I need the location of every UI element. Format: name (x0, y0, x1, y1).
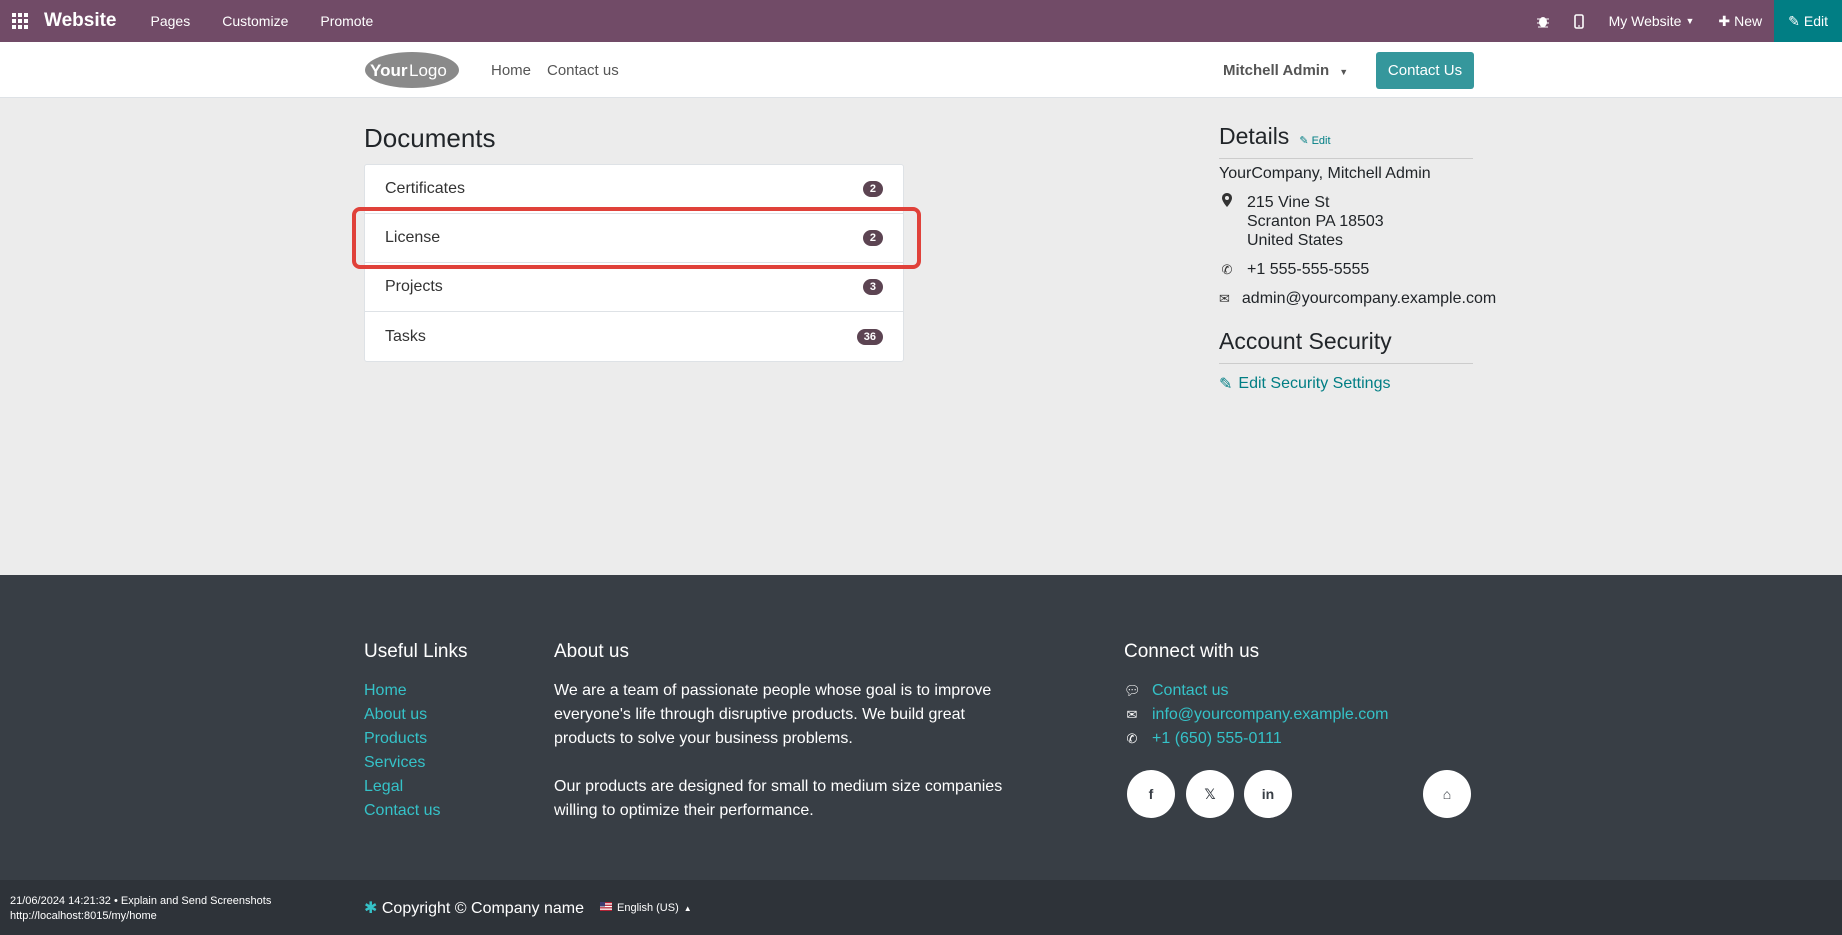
about-paragraph-2: Our products are designed for small to m… (554, 778, 1003, 819)
phone-icon: ✆ (1126, 731, 1138, 746)
menu-promote[interactable]: Promote (320, 13, 373, 29)
plus-icon: ✚ (1718, 12, 1731, 29)
doc-item-label: Certificates (385, 180, 466, 197)
bug-icon: ✱ (364, 900, 378, 917)
details-panel: Details ✎ Edit YourCompany, Mitchell Adm… (1219, 123, 1496, 394)
connect-contact-row[interactable]: 💬︎ Contact us (1124, 679, 1389, 703)
email-row: ✉ admin@yourcompany.example.com (1219, 289, 1496, 308)
x-twitter-icon[interactable]: 𝕏 (1186, 770, 1234, 818)
copyright-text: ✱ Copyright © Company name (364, 900, 584, 917)
pencil-icon: ✎ (1788, 12, 1800, 29)
doc-item-projects[interactable]: Projects 3 (365, 263, 903, 312)
app-brand[interactable]: Website (44, 10, 117, 32)
svg-text:Logo: Logo (409, 61, 447, 80)
caret-up-icon: ▲ (683, 903, 692, 913)
pencil-icon: ✎ (1219, 376, 1233, 393)
us-flag-icon (600, 902, 612, 914)
footer-link-about[interactable]: About us (364, 703, 440, 727)
count-badge: 36 (856, 328, 883, 345)
address-row: 215 Vine St Scranton PA 18503 United Sta… (1219, 193, 1473, 250)
footer-link-legal[interactable]: Legal (364, 775, 440, 799)
phone-row: ✆ +1 555-555-5555 (1219, 260, 1473, 279)
footer-link-home[interactable]: Home (364, 679, 440, 703)
edit-button[interactable]: ✎ Edit (1774, 0, 1842, 42)
connect-title: Connect with us (1124, 641, 1260, 662)
admin-navbar: Website Pages Customize Promote My Websi… (0, 0, 1842, 42)
map-marker-icon (1219, 193, 1235, 250)
email-value: admin@yourcompany.example.com (1241, 290, 1497, 307)
documents-title: Documents (364, 123, 496, 153)
details-header: Details ✎ Edit (1219, 123, 1473, 159)
about-paragraph-1: We are a team of passionate people whose… (554, 682, 992, 747)
address-line1: 215 Vine St (1247, 194, 1330, 211)
mobile-icon[interactable] (1561, 0, 1597, 42)
comment-icon: 💬︎ (1124, 683, 1141, 698)
details-title: Details (1219, 123, 1290, 149)
account-security-section: Account Security ✎ Edit Security Setting… (1219, 328, 1473, 394)
about-title: About us (554, 641, 629, 662)
svg-text:Your: Your (370, 61, 408, 80)
details-edit-link[interactable]: ✎ Edit (1299, 134, 1330, 147)
footer-link-products[interactable]: Products (364, 727, 440, 751)
footer-link-contact[interactable]: Contact us (364, 799, 440, 823)
company-name: YourCompany, Mitchell Admin (1219, 165, 1431, 182)
caret-down-icon: ▼ (1339, 67, 1349, 77)
contact-us-button[interactable]: Contact Us (1376, 52, 1474, 89)
bug-icon[interactable] (1525, 0, 1561, 42)
useful-links-title: Useful Links (364, 641, 468, 662)
highlight-box (352, 207, 921, 269)
count-badge: 3 (862, 279, 883, 295)
doc-item-tasks[interactable]: Tasks 36 (365, 312, 903, 361)
envelope-icon: ✉ (1219, 291, 1230, 306)
about-text: We are a team of passionate people whose… (554, 679, 1024, 823)
address-line2: Scranton PA 18503 (1247, 213, 1384, 230)
connect-list: 💬︎ Contact us ✉ info@yourcompany.example.c… (1124, 679, 1389, 751)
connect-phone-row[interactable]: ✆ +1 (650) 555-0111 (1124, 727, 1389, 751)
menu-customize[interactable]: Customize (222, 13, 288, 29)
stamp-line-1: 21/06/2024 14:21:32 • Explain and Send S… (10, 895, 272, 907)
count-badge: 2 (862, 181, 883, 197)
phone-icon: ✆ (1221, 262, 1233, 277)
doc-item-label: Projects (385, 278, 443, 295)
home-icon[interactable]: ⌂ (1423, 770, 1471, 818)
apps-menu-icon[interactable] (0, 0, 40, 42)
screenshot-stamp: 21/06/2024 14:21:32 • Explain and Send S… (10, 894, 271, 924)
useful-links-list: Home About us Products Services Legal Co… (364, 679, 440, 823)
account-security-title: Account Security (1219, 328, 1473, 364)
language-selector[interactable]: English (US) ▲ (600, 902, 692, 914)
address-line3: United States (1247, 232, 1344, 249)
company-logo[interactable]: Your Logo (364, 51, 460, 89)
footer: Useful Links Home About us Products Serv… (0, 575, 1842, 880)
user-menu[interactable]: Mitchell Admin ▼ (1223, 62, 1348, 79)
website-selector[interactable]: My Website ▼ (1597, 0, 1707, 42)
nav-home[interactable]: Home (491, 62, 531, 79)
footer-link-services[interactable]: Services (364, 751, 440, 775)
facebook-icon[interactable]: f (1127, 770, 1175, 818)
new-button[interactable]: ✚ New (1706, 0, 1774, 42)
doc-item-label: Tasks (385, 327, 426, 345)
menu-pages[interactable]: Pages (151, 13, 191, 29)
nav-contact-us[interactable]: Contact us (547, 62, 619, 79)
linkedin-icon[interactable]: in (1244, 770, 1292, 818)
connect-email-row[interactable]: ✉ info@yourcompany.example.com (1124, 703, 1389, 727)
envelope-icon: ✉ (1126, 707, 1138, 722)
phone-value: +1 555-555-5555 (1247, 261, 1370, 278)
copyright-bar: 21/06/2024 14:21:32 • Explain and Send S… (0, 880, 1842, 935)
caret-down-icon: ▼ (1685, 16, 1695, 26)
stamp-line-2: http://localhost:8015/my/home (10, 910, 157, 922)
site-header: Your Logo Home Contact us Mitchell Admin… (0, 42, 1842, 98)
edit-security-link[interactable]: ✎ Edit Security Settings (1219, 374, 1473, 394)
